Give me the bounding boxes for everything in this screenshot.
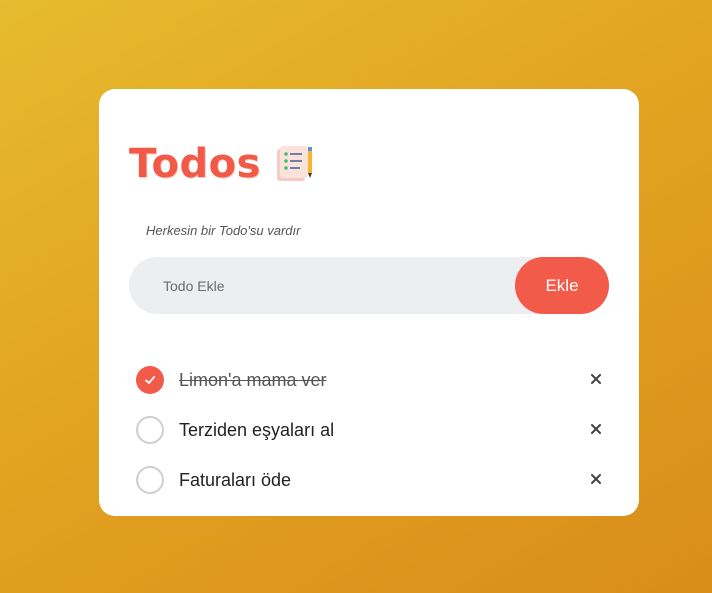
todo-item: Faturaları öde [136, 455, 606, 505]
app-title: Todos [129, 141, 261, 187]
todo-item: Terziden eşyaları al [136, 405, 606, 455]
checkmark-icon [145, 376, 155, 384]
todo-card: Todos Herkesin bir Todo'su vardır Ekle [99, 89, 639, 516]
close-icon[interactable] [586, 369, 606, 389]
add-todo-form: Ekle [129, 257, 609, 314]
todo-checkbox[interactable] [136, 416, 164, 444]
subtitle: Herkesin bir Todo'su vardır [146, 223, 301, 238]
close-icon[interactable] [586, 469, 606, 489]
todo-input[interactable] [163, 257, 503, 314]
todo-list: Limon'a mama ver Terziden eşyaları al Fa… [136, 355, 606, 505]
todo-item: Limon'a mama ver [136, 355, 606, 405]
todo-checkbox-checked[interactable] [136, 366, 164, 394]
todo-text: Faturaları öde [179, 469, 292, 490]
add-button[interactable]: Ekle [515, 257, 609, 314]
notepad-pencil-icon [273, 143, 315, 185]
todo-text: Limon'a mama ver [179, 369, 327, 390]
close-icon[interactable] [586, 419, 606, 439]
title-row: Todos [129, 139, 315, 189]
todo-text: Terziden eşyaları al [179, 419, 335, 440]
todo-checkbox[interactable] [136, 466, 164, 494]
